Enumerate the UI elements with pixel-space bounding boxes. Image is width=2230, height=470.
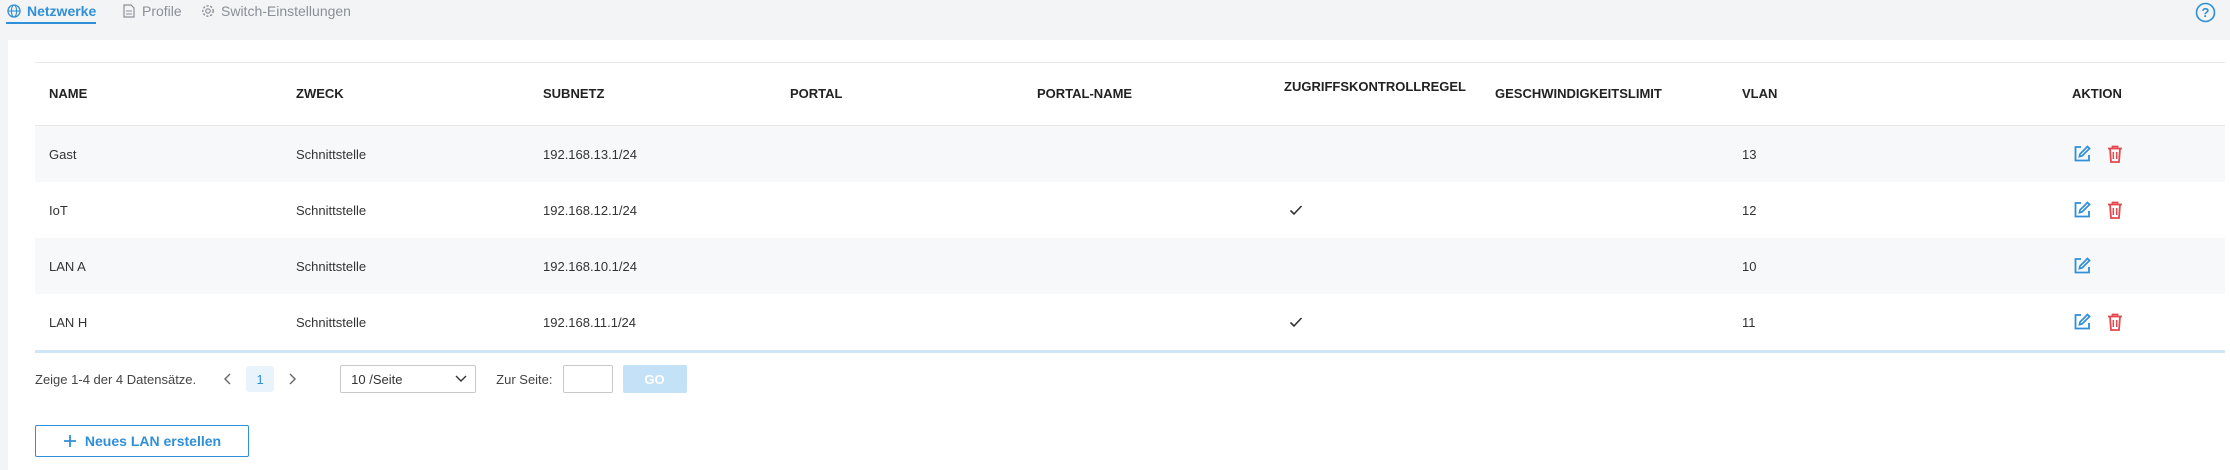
gear-icon [200, 3, 216, 19]
next-page-button[interactable] [280, 367, 304, 391]
cell-aktion [2072, 126, 2126, 182]
networks-card: NAME ZWECK SUBNETZ PORTAL PORTAL-NAME ZU… [8, 40, 2230, 470]
svg-text:?: ? [2202, 5, 2210, 20]
cell-subnetz: 192.168.13.1/24 [543, 146, 637, 162]
check-icon [1289, 182, 1303, 238]
delete-icon[interactable] [2106, 144, 2126, 164]
page-size-select[interactable]: 10 /Seite [340, 365, 477, 393]
header-name: NAME [49, 86, 88, 101]
edit-icon[interactable] [2072, 200, 2092, 220]
header-vlan: VLAN [1742, 86, 1778, 101]
tab-profile[interactable]: Profile [121, 0, 182, 21]
go-button[interactable]: GO [622, 365, 687, 393]
cell-name: LAN H [49, 314, 88, 330]
page-number-1[interactable]: 1 [246, 366, 275, 392]
table-row: IoT Schnittstelle 192.168.12.1/24 12 [35, 182, 2225, 238]
cell-vlan: 10 [1742, 258, 1757, 274]
help-icon[interactable]: ? [2195, 2, 2216, 23]
cell-zweck: Schnittstelle [296, 146, 367, 162]
cell-vlan: 11 [1742, 314, 1756, 330]
edit-icon[interactable] [2072, 312, 2092, 332]
delete-icon[interactable] [2106, 312, 2126, 332]
cell-vlan: 13 [1742, 146, 1757, 162]
chevron-right-icon [289, 373, 297, 385]
tab-bar: Netzwerke Profile Switch-Einstellungen ? [0, 0, 2230, 30]
table-header: NAME ZWECK SUBNETZ PORTAL PORTAL-NAME ZU… [35, 62, 2225, 126]
cell-aktion [2072, 238, 2092, 294]
cell-name: LAN A [49, 258, 86, 274]
cell-zweck: Schnittstelle [296, 202, 367, 218]
cell-zweck: Schnittstelle [296, 258, 367, 274]
prev-page-button[interactable] [216, 367, 240, 391]
document-icon [121, 3, 137, 19]
table-body: Gast Schnittstelle 192.168.13.1/24 13 IoT Sch… [35, 126, 2225, 350]
table-bottom-line [35, 350, 2225, 353]
cell-zweck: Schnittstelle [296, 314, 367, 330]
cell-aktion [2072, 182, 2126, 238]
table-row: LAN H Schnittstelle 192.168.11.1/24 11 [35, 294, 2225, 350]
cell-name: IoT [49, 202, 68, 218]
cell-vlan: 12 [1742, 202, 1757, 218]
goto-page-input[interactable] [562, 365, 613, 393]
create-lan-label: Neues LAN erstellen [84, 433, 222, 449]
tab-label: Netzwerke [27, 2, 97, 19]
header-portal-name: PORTAL-NAME [1037, 86, 1133, 101]
chevron-down-icon [455, 375, 467, 382]
networks-table: NAME ZWECK SUBNETZ PORTAL PORTAL-NAME ZU… [35, 62, 2225, 353]
cell-name: Gast [49, 146, 77, 162]
cell-subnetz: 192.168.12.1/24 [543, 202, 637, 218]
chevron-left-icon [224, 373, 231, 385]
table-row: LAN A Schnittstelle 192.168.10.1/24 10 [35, 238, 2225, 294]
edit-icon[interactable] [2072, 256, 2092, 276]
cell-aktion [2072, 294, 2126, 350]
header-geschwindigkeitslimit: GESCHWINDIGKEITSLIMIT [1495, 86, 1662, 101]
tab-label: Profile [142, 2, 182, 19]
goto-label: Zur Seite: [496, 371, 553, 387]
page-size-value: 10 /Seite [351, 371, 403, 387]
cell-subnetz: 192.168.10.1/24 [543, 258, 637, 274]
header-aktion: AKTION [2072, 86, 2122, 101]
header-zweck: ZWECK [296, 86, 344, 101]
header-zugriffskontrollregel: ZUGRIFFSKONTROLLREGEL [1284, 79, 1466, 94]
plus-icon [63, 435, 76, 447]
pagination: Zeige 1-4 der 4 Datensätze. 1 10 /Seite … [35, 365, 687, 393]
total-records-text: Zeige 1-4 der 4 Datensätze. [35, 371, 197, 387]
tab-switch-einstellungen[interactable]: Switch-Einstellungen [200, 0, 351, 21]
delete-icon[interactable] [2106, 200, 2126, 220]
tab-label: Switch-Einstellungen [221, 2, 351, 19]
tab-netzwerke[interactable]: Netzwerke [6, 0, 97, 24]
cell-subnetz: 192.168.11.1/24 [543, 314, 637, 330]
globe-icon [6, 3, 22, 19]
create-lan-button[interactable]: Neues LAN erstellen [35, 425, 249, 457]
header-subnetz: SUBNETZ [543, 86, 605, 101]
header-portal: PORTAL [790, 86, 843, 101]
check-icon [1289, 294, 1303, 350]
edit-icon[interactable] [2072, 144, 2092, 164]
table-row: Gast Schnittstelle 192.168.13.1/24 13 [35, 126, 2225, 182]
